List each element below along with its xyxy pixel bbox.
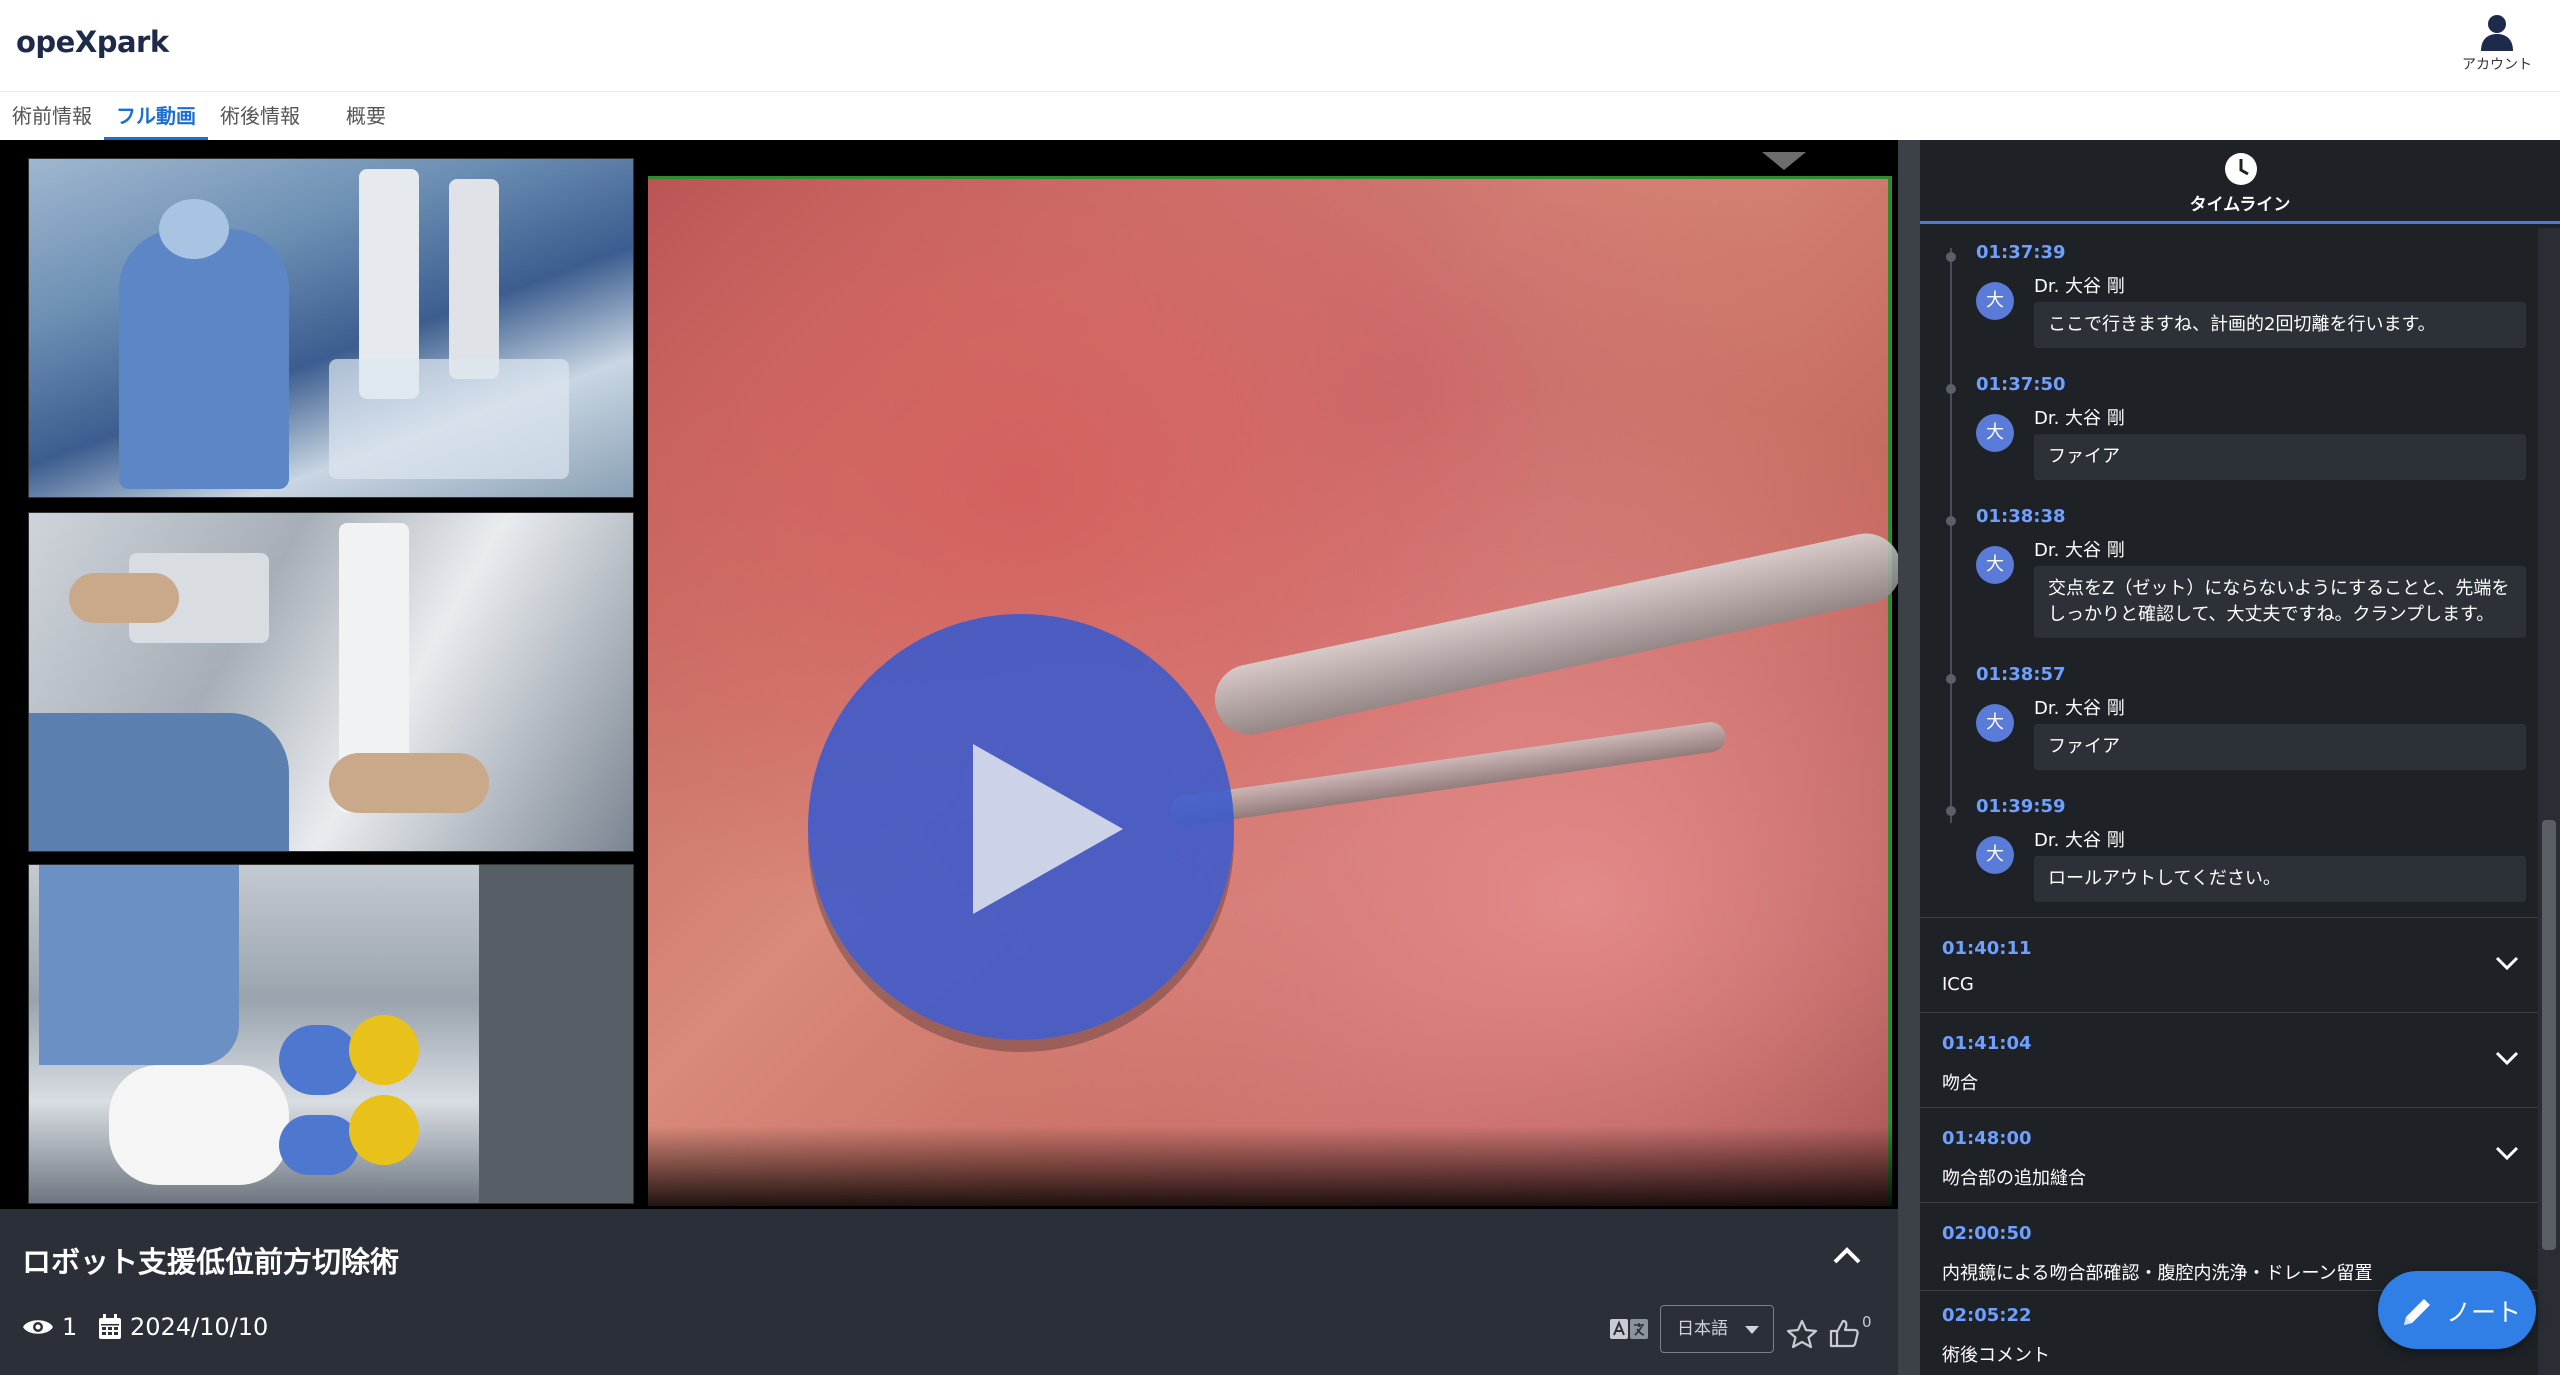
video-date-value: 2024/10/10 <box>130 1313 269 1341</box>
timeline-scrollbar-thumb[interactable] <box>2542 820 2556 1250</box>
comment-time[interactable]: 01:37:39 <box>1976 242 2066 263</box>
section-time[interactable]: 02:05:22 <box>1942 1305 2032 1326</box>
avatar: 大 <box>1976 704 2014 742</box>
comment-author: Dr. 大谷 剛 <box>2034 540 2125 561</box>
play-button[interactable] <box>808 614 1234 1040</box>
chevron-down-icon[interactable] <box>2494 954 2520 972</box>
language-select-value: 日本語 <box>1677 1319 1728 1339</box>
timeline-section-icg[interactable]: 01:40:11 ICG <box>1920 918 2538 1013</box>
avatar: 大 <box>1976 282 2014 320</box>
tab-summary[interactable]: 概要 <box>312 92 398 140</box>
like-count: 0 <box>1862 1313 1872 1331</box>
clock-icon <box>2225 153 2257 185</box>
video-date: 2024/10/10 <box>98 1313 268 1341</box>
top-header: opeXpark アカウント <box>0 0 2560 92</box>
video-title: ロボット支援低位前方切除術 <box>22 1245 400 1279</box>
timeline-dot <box>1946 252 1956 262</box>
comment-text: ロールアウトしてください。 <box>2034 856 2526 902</box>
timeline-tab[interactable]: タイムライン <box>1920 140 2560 224</box>
comment-text: 交点をZ（ゼット）にならないようにすることと、先端をしっかりと確認して、大丈夫で… <box>2034 566 2526 638</box>
section-label: 術後コメント <box>1942 1345 2050 1366</box>
video-scrollbar[interactable] <box>1898 140 1920 1375</box>
comment-text: ここで行きますね、計画的2回切離を行います。 <box>2034 302 2526 348</box>
or-camera-view <box>28 158 634 498</box>
section-label: 内視鏡による吻合部確認・腹腔内洗浄・ドレーン留置 <box>1942 1263 2373 1284</box>
avatar: 大 <box>1976 546 2014 584</box>
section-time[interactable]: 01:41:04 <box>1942 1033 2032 1054</box>
user-icon <box>2481 15 2513 51</box>
app-logo[interactable]: opeXpark <box>16 25 169 59</box>
comment-author: Dr. 大谷 剛 <box>2034 830 2125 851</box>
play-icon <box>973 744 1123 914</box>
timeline-dot <box>1946 806 1956 816</box>
tab-postop[interactable]: 術後情報 <box>208 92 312 140</box>
section-label: 吻合 <box>1942 1073 1978 1094</box>
timeline-section-anastomosis[interactable]: 01:41:04 吻合 <box>1920 1013 2538 1108</box>
view-count: 1 <box>22 1313 77 1341</box>
timeline-dot <box>1946 516 1956 526</box>
surgical-instrument-secondary <box>1168 720 1728 828</box>
timeline-panel: タイムライン 01:37:39 大 Dr. 大谷 剛 ここで行きますね、計画的2… <box>1898 140 2560 1375</box>
note-button[interactable]: ノート <box>2378 1271 2536 1349</box>
timeline-expanded-group: 01:37:39 大 Dr. 大谷 剛 ここで行きますね、計画的2回切離を行いま… <box>1920 228 2538 918</box>
app-root: opeXpark アカウント 術前情報 フル動画 術後情報 概要 ロボット支援低… <box>0 0 2560 1375</box>
console-camera-view <box>28 512 634 852</box>
video-player[interactable] <box>0 140 1898 1209</box>
timeline-dot <box>1946 674 1956 684</box>
avatar: 大 <box>1976 414 2014 452</box>
section-time[interactable]: 01:40:11 <box>1942 938 2032 959</box>
comment-time[interactable]: 01:37:50 <box>1976 374 2066 395</box>
foot-pedal-camera-view <box>28 864 634 1204</box>
timeline-dot <box>1946 384 1956 394</box>
video-info-panel: ロボット支援低位前方切除術 1 2024/10/10 日本語 0 <box>0 1209 1898 1375</box>
account-label: アカウント <box>2462 57 2532 73</box>
dropdown-triangle-icon[interactable] <box>1762 152 1806 170</box>
comment-author: Dr. 大谷 剛 <box>2034 276 2125 297</box>
pencil-icon <box>2404 1299 2430 1325</box>
note-button-label: ノート <box>2446 1298 2522 1327</box>
section-label: 吻合部の追加縫合 <box>1942 1168 2086 1189</box>
translate-icon[interactable] <box>1610 1319 1648 1339</box>
language-select[interactable]: 日本語 <box>1660 1305 1774 1353</box>
chevron-up-icon[interactable] <box>1832 1243 1862 1265</box>
avatar: 大 <box>1976 836 2014 874</box>
comment-author: Dr. 大谷 剛 <box>2034 408 2125 429</box>
endoscope-main-view <box>648 176 1898 1206</box>
video-bottom-shade <box>648 1126 1892 1206</box>
chevron-down-icon[interactable] <box>2494 1144 2520 1162</box>
star-icon[interactable] <box>1786 1319 1818 1349</box>
comment-time[interactable]: 01:38:38 <box>1976 506 2066 527</box>
timeline-tab-label: タイムライン <box>2189 195 2291 215</box>
surgical-instrument <box>1208 526 1898 742</box>
comment-text: ファイア <box>2034 434 2526 480</box>
section-time[interactable]: 02:00:50 <box>1942 1223 2032 1244</box>
section-time[interactable]: 01:48:00 <box>1942 1128 2032 1149</box>
timeline-section-additional-suture[interactable]: 01:48:00 吻合部の追加縫合 <box>1920 1108 2538 1203</box>
section-label: ICG <box>1942 974 1974 995</box>
comment-time[interactable]: 01:39:59 <box>1976 796 2066 817</box>
tab-preop[interactable]: 術前情報 <box>0 92 104 140</box>
tab-full-video[interactable]: フル動画 <box>104 92 208 140</box>
view-count-value: 1 <box>62 1313 78 1341</box>
comment-time[interactable]: 01:38:57 <box>1976 664 2066 685</box>
comment-author: Dr. 大谷 剛 <box>2034 698 2125 719</box>
thumbs-up-icon[interactable] <box>1828 1317 1860 1349</box>
eye-icon <box>23 1320 53 1334</box>
calendar-icon <box>99 1314 121 1339</box>
caret-down-icon <box>1745 1326 1759 1334</box>
comment-text: ファイア <box>2034 724 2526 770</box>
timeline-connector <box>1950 248 1952 823</box>
account-button[interactable]: アカウント <box>2452 14 2542 74</box>
main-tabs: 術前情報 フル動画 術後情報 概要 <box>0 92 2560 140</box>
chevron-down-icon[interactable] <box>2494 1049 2520 1067</box>
